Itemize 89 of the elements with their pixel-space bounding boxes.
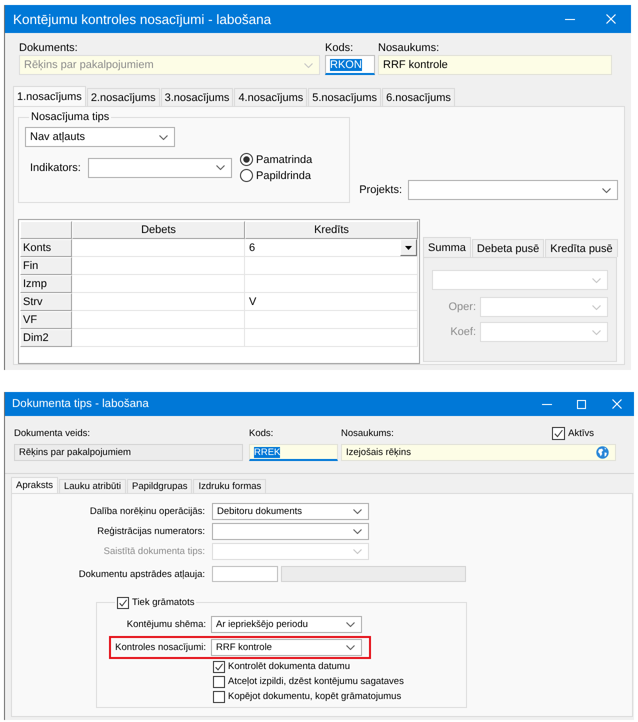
combo-box[interactable] [212,523,369,540]
radio-button[interactable] [240,169,253,182]
tab[interactable]: Apraksts [11,477,58,493]
readonly-field[interactable]: Rēķins par pakalpojumiem [14,444,243,461]
text-field[interactable]: Izejošais rēķins [341,444,616,461]
row-header: Strv [20,293,72,311]
radio-label[interactable]: Papildrinda [256,170,312,182]
chevron-down-icon [353,509,362,514]
checkbox[interactable] [213,660,225,672]
tab[interactable]: Summa [423,237,471,257]
combo-box[interactable]: RRF kontrole [211,639,362,656]
row-header: Konts [20,239,72,257]
field-label: Nosaukums: [341,428,394,438]
column-header: Debets [72,221,245,239]
input-field[interactable] [281,566,466,582]
minimize-icon [564,18,574,20]
cell-editor[interactable]: 6 [245,239,418,257]
chevron-down-icon [592,330,601,334]
globe-icon [596,446,609,459]
field-label: Koef: [450,326,476,338]
chevron-down-icon [602,188,611,192]
window-title: Kontējumu kontroles nosacījumi - labošana [13,12,272,26]
field-label: Nosaukums: [378,41,440,55]
checkbox[interactable] [552,426,566,440]
tab[interactable]: Debeta pusē [472,239,544,257]
text-field[interactable]: RREK [249,444,338,461]
chevron-down-icon [353,529,362,534]
field-label: Kods: [249,428,274,438]
combo-box[interactable] [88,158,232,178]
triangle-down-icon [405,246,412,250]
checkbox-label[interactable]: Kopējot dokumentu, kopēt grāmatojumus [228,691,402,702]
tab[interactable]: Papildgrupas [127,479,192,493]
field-label: Reģistrācijas numerators: [97,526,205,537]
field-label: Dalība norēķinu operācijās: [90,506,205,517]
chevron-down-icon [159,134,168,140]
combo-box[interactable]: Debitoru dokuments [212,503,369,520]
combo-box[interactable]: Ar iepriekšējo periodu [211,616,362,633]
chevron-down-icon [592,304,601,310]
text-field[interactable]: RRF kontrole [378,55,612,75]
field-label: Projekts: [359,184,402,196]
window-title: Dokumenta tips - labošana [12,398,149,410]
checkbox-label[interactable]: Kontrolēt dokumenta datumu [228,661,350,672]
dropdown-button[interactable] [400,239,417,256]
field-label: Saistītā dokumenta tips: [104,546,205,557]
field-label: Kods: [325,41,354,55]
combo-box[interactable]: Nav atļauts [25,127,175,147]
close-icon [612,399,622,409]
tab[interactable]: 4.nosacījums [234,88,308,106]
checkbox-label[interactable]: Atceļot izpildi, dzēst kontējumu sagataves [228,676,404,687]
tab[interactable]: 3.nosacījums [160,88,234,106]
combo-box[interactable] [408,180,618,200]
field-label: Dokuments: [19,41,78,55]
field-label: Kontroles nosacījumi: [115,642,206,653]
text-field[interactable]: RKON [325,55,375,75]
field-label: Kontējumu shēma: [126,619,206,630]
chevron-down-icon [304,62,313,68]
chevron-down-icon [592,278,601,282]
close-icon [606,14,616,24]
field-label: Oper: [448,301,476,313]
checkbox-label[interactable]: Aktīvs [568,428,594,438]
chevron-down-icon [353,549,362,554]
checkbox-label[interactable]: Tiek grāmatots [132,596,194,609]
chevron-down-icon [346,645,355,650]
row-header: VF [20,311,72,329]
column-header: Kredīts [245,221,418,239]
group-title: Nosacījuma tips [31,111,110,124]
table-cell: V [245,293,418,311]
checkbox[interactable] [213,676,225,688]
chevron-down-icon [346,622,355,627]
checkbox[interactable] [117,596,129,608]
tab[interactable]: 6.nosacījums [382,88,455,106]
row-header: Dim2 [20,329,72,347]
tab[interactable]: Izdruku formas [193,479,266,493]
tab[interactable]: 2.nosacījums [86,88,160,106]
checkbox[interactable] [213,690,225,702]
tab[interactable]: Lauku atribūti [58,479,126,493]
row-header: Fin [20,257,72,275]
field-label: Dokumenta veids: [14,428,90,438]
tab[interactable]: 5.nosacījums [308,88,382,106]
chevron-down-icon [216,165,225,170]
row-header: Izmp [20,275,72,293]
maximize-icon [577,400,586,408]
tab[interactable]: Kredīta pusē [545,239,618,257]
tab[interactable]: 1.nosacījums [13,86,86,106]
input-field[interactable] [212,566,278,582]
radio-button[interactable] [240,153,253,166]
field-label: Indikators: [30,162,81,174]
field-label: Dokumentu apstrādes atļauja: [78,568,205,580]
radio-label[interactable]: Pamatrinda [256,154,312,166]
